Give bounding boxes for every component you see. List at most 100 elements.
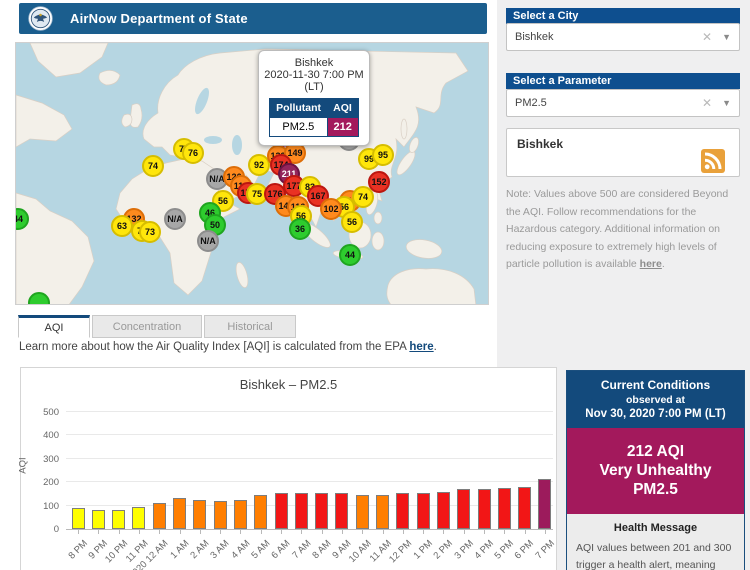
chart-x-tick bbox=[463, 530, 465, 534]
chart-x-tick bbox=[321, 530, 323, 534]
aqi-marker[interactable]: 44 bbox=[339, 244, 361, 266]
chart-x-tick bbox=[362, 530, 364, 534]
aqi-marker[interactable]: 56 bbox=[341, 211, 363, 233]
aqi-marker[interactable]: 63 bbox=[111, 215, 133, 237]
chart-x-tick bbox=[382, 530, 384, 534]
chart-x-tick bbox=[423, 530, 425, 534]
chart-y-tick-label: 400 bbox=[43, 430, 59, 442]
rss-icon[interactable] bbox=[701, 149, 725, 173]
aqi-bar bbox=[152, 502, 166, 529]
health-message-box: Health Message AQI values between 201 an… bbox=[567, 514, 744, 570]
chart-x-tick-label: 1 PM bbox=[411, 538, 435, 562]
chart-x-tick-label: 2 AM bbox=[188, 538, 212, 562]
aqi-bar bbox=[497, 488, 511, 529]
city-select-value: Bishkek bbox=[515, 31, 554, 43]
chart-x-tick-label: 8 PM bbox=[66, 538, 90, 562]
aqi-marker[interactable]: 73 bbox=[139, 221, 161, 243]
select-parameter-header: Select a Parameter bbox=[506, 73, 740, 89]
aqi-bar bbox=[376, 494, 389, 529]
tooltip-pollutant-value: PM2.5 bbox=[269, 117, 328, 137]
aqi-bar bbox=[254, 495, 268, 529]
conditions-datetime: Nov 30, 2020 7:00 PM (LT) bbox=[585, 408, 726, 420]
chart-x-tick-label: 2 PM bbox=[431, 538, 456, 562]
aqi-marker[interactable]: N/A bbox=[164, 208, 186, 230]
aqi-marker[interactable]: 95 bbox=[372, 144, 394, 166]
chart-x-tick-label: 6 PM bbox=[512, 538, 537, 562]
note-here-link[interactable]: here bbox=[640, 258, 662, 270]
chart-x-tick-label: 6 AM bbox=[269, 538, 293, 562]
aqi-bar bbox=[91, 510, 105, 529]
tab-aqi[interactable]: AQI bbox=[18, 315, 90, 338]
chart-x-tick bbox=[138, 530, 140, 534]
aqi-bar bbox=[173, 497, 186, 529]
select-city-header: Select a City bbox=[506, 8, 740, 24]
tooltip-city: Bishkek bbox=[294, 57, 334, 69]
conditions-aqi-box: 212 AQI Very Unhealthy PM2.5 bbox=[567, 428, 744, 514]
aqi-bar bbox=[233, 500, 247, 529]
app-title: AirNow Department of State bbox=[70, 11, 248, 26]
aqi-bar bbox=[193, 499, 207, 529]
tab-historical[interactable]: Historical bbox=[204, 315, 296, 338]
chart-x-tick-label: 5 PM bbox=[492, 538, 517, 562]
chart-x-tick bbox=[159, 530, 161, 534]
aqi-bar bbox=[294, 493, 308, 529]
health-message-title: Health Message bbox=[613, 522, 698, 534]
conditions-header: Current Conditions observed at Nov 30, 2… bbox=[567, 371, 744, 428]
chart-x-tick-label: 8 AM bbox=[310, 538, 334, 562]
chart-plot-area: 8 PM 9 PM 10 PM 11 PM 2020 12 AM 1 AM 2 AM 3 AM… bbox=[66, 406, 557, 570]
aqi-marker[interactable]: 102 bbox=[320, 198, 342, 220]
chart-y-tick-label: 100 bbox=[43, 500, 59, 512]
aqi-bar bbox=[213, 500, 227, 529]
chart-x-tick bbox=[443, 530, 445, 534]
chart-x-tick bbox=[179, 530, 181, 534]
chart-x-tick bbox=[260, 530, 262, 534]
aqi-marker[interactable]: N/A bbox=[197, 230, 219, 252]
aqi-bar bbox=[274, 493, 288, 529]
conditions-category: Very Unhealthy bbox=[599, 462, 712, 479]
clear-icon[interactable]: ✕ bbox=[702, 96, 712, 110]
parameter-select[interactable]: PM2.5 ✕ ▼ bbox=[506, 89, 740, 117]
conditions-pollutant: PM2.5 bbox=[633, 481, 678, 498]
aqi-marker[interactable]: 36 bbox=[289, 218, 311, 240]
aqi-bar bbox=[71, 508, 85, 529]
conditions-aqi-value: 212 AQI bbox=[626, 443, 685, 460]
aqi-marker[interactable]: 74 bbox=[142, 155, 164, 177]
current-conditions-panel: Current Conditions observed at Nov 30, 2… bbox=[566, 370, 745, 570]
feed-city-label: Bishkek bbox=[517, 137, 564, 151]
aqi-bar bbox=[396, 493, 410, 529]
tooltip-pollutant-header: Pollutant bbox=[269, 98, 328, 118]
chart-x-tick-label: 1 AM bbox=[168, 538, 192, 562]
chart-title: Bishkek – PM2.5 bbox=[239, 377, 338, 392]
chart-x-tick bbox=[98, 530, 100, 534]
note-text: Note: Values above 500 are considered Be… bbox=[506, 186, 736, 274]
city-select[interactable]: Bishkek ✕ ▼ bbox=[506, 23, 740, 51]
aqi-marker[interactable]: 76 bbox=[182, 142, 204, 164]
learn-more-here-link[interactable]: here bbox=[409, 341, 433, 353]
chart-y-tick-label: 0 bbox=[53, 524, 59, 535]
chart-x-tick-label: 5 AM bbox=[249, 538, 273, 562]
learn-more-line: Learn more about how the Air Quality Ind… bbox=[19, 341, 437, 353]
chart-gridline bbox=[66, 457, 553, 459]
learn-more-suffix: . bbox=[433, 341, 437, 353]
world-aqi-map[interactable]: 77767492N/A12611817275564650N/AN/A132637… bbox=[15, 42, 489, 305]
tab-bar: AQI Concentration Historical bbox=[18, 315, 298, 338]
tooltip-timezone: (LT) bbox=[304, 81, 324, 93]
conditions-observed-at: observed at bbox=[626, 394, 685, 406]
clear-icon[interactable]: ✕ bbox=[702, 30, 712, 44]
chart-x-tick bbox=[484, 530, 485, 534]
chart-x-tick-label: 3 AM bbox=[208, 538, 232, 562]
dropdown-caret-icon[interactable]: ▼ bbox=[722, 32, 731, 42]
chart-x-tick-label: 3 PM bbox=[451, 538, 476, 562]
rss-feed-box: Bishkek bbox=[506, 128, 740, 177]
aqi-marker[interactable]: 74 bbox=[352, 186, 374, 208]
aqi-bar bbox=[436, 491, 450, 529]
chart-gridline bbox=[66, 411, 553, 412]
tooltip-datetime: 2020-11-30 7:00 PM bbox=[264, 69, 364, 81]
aqi-bar bbox=[355, 494, 369, 529]
chart-x-tick-label: 4 AM bbox=[229, 538, 253, 562]
aqi-bar bbox=[518, 486, 532, 529]
chart-x-tick bbox=[199, 530, 201, 534]
dropdown-caret-icon[interactable]: ▼ bbox=[722, 98, 731, 108]
tab-concentration[interactable]: Concentration bbox=[92, 315, 202, 338]
chart-x-tick-label: 12 PM bbox=[387, 538, 415, 566]
